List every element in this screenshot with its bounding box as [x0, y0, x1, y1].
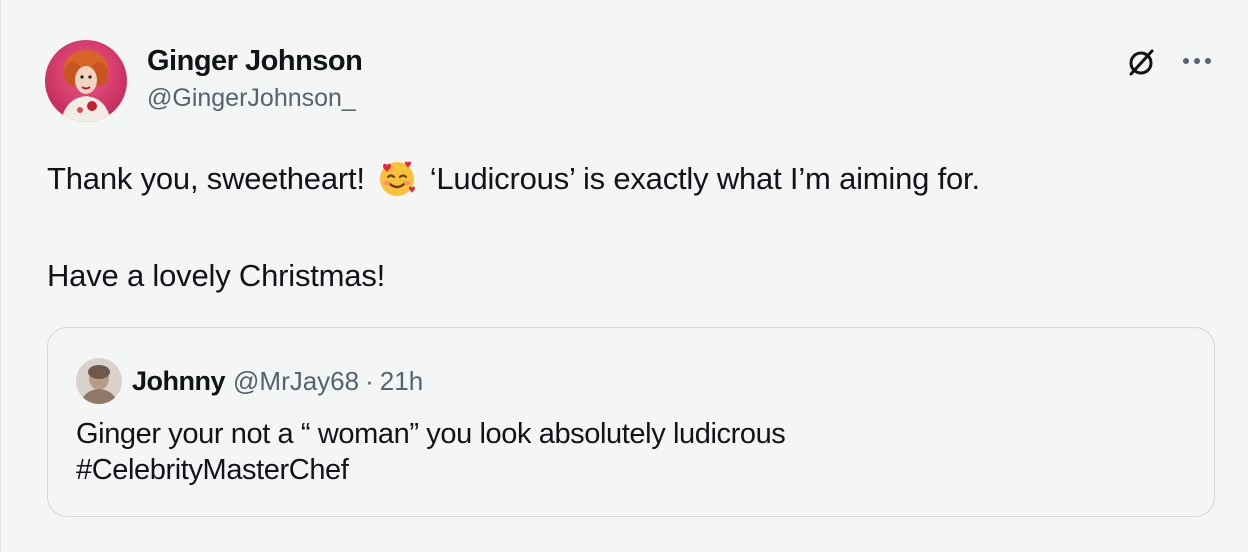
tweet-text-part-1: Thank you, sweetheart!	[47, 161, 365, 196]
quoted-tweet-text: Ginger your not a “ woman” you look abso…	[76, 416, 786, 488]
quoted-tweet-header: Johnny @MrJay68 · 21h	[76, 358, 423, 404]
author-avatar[interactable]	[45, 40, 127, 122]
more-icon	[1183, 58, 1211, 64]
avatar-image	[45, 40, 127, 122]
quoted-hashtag: #CelebrityMasterChef	[76, 454, 349, 486]
more-options-button[interactable]	[1177, 44, 1217, 78]
tweet-card[interactable]: Ginger Johnson @GingerJohnson_ Thank you…	[0, 0, 1248, 552]
grok-icon[interactable]	[1125, 46, 1157, 78]
tweet-text-line-1: Thank you, sweetheart! ‘Ludicrous’ is ex…	[47, 158, 980, 199]
tweet-text-part-2: ‘Ludicrous’ is exactly what I’m aiming f…	[429, 161, 980, 196]
quoted-timestamp: 21h	[379, 365, 424, 396]
tweet-text-line-2: Have a lovely Christmas!	[47, 258, 386, 293]
author-handle[interactable]: @GingerJohnson_	[147, 82, 362, 114]
quoted-author-handle: @MrJay68	[233, 365, 360, 396]
author-info[interactable]: Ginger Johnson @GingerJohnson_	[147, 44, 363, 114]
quoted-author-display-name: Johnny	[132, 365, 226, 396]
author-display-name[interactable]: Ginger Johnson	[147, 44, 363, 78]
quoted-tweet[interactable]: Johnny @MrJay68 · 21h Ginger your not a …	[47, 327, 1215, 517]
quoted-author-avatar	[76, 358, 122, 404]
quoted-separator: ·	[365, 365, 374, 396]
quoted-text-line-1: Ginger your not a “ woman” you look abso…	[76, 418, 786, 450]
smiling-face-with-hearts-icon	[377, 158, 417, 198]
